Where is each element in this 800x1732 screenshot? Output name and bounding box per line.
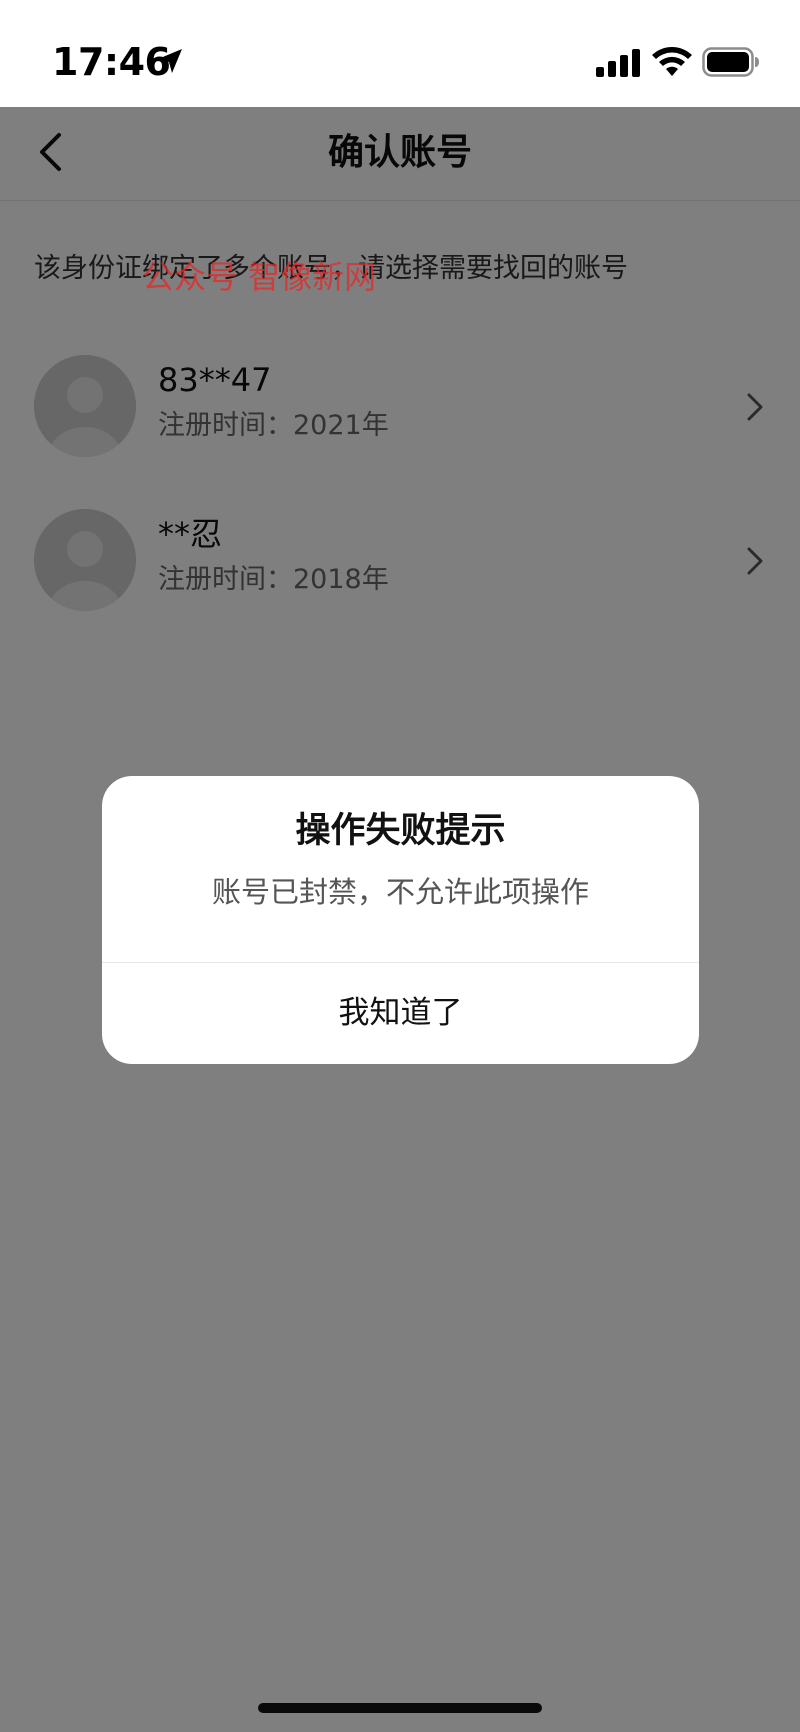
location-arrow-icon: [158, 49, 182, 73]
status-time: 17:46: [52, 40, 171, 84]
status-bar: 17:46: [0, 0, 800, 107]
acknowledge-button[interactable]: 我知道了: [102, 963, 699, 1064]
dialog-title: 操作失败提示: [295, 811, 506, 851]
wifi-icon: [652, 47, 692, 76]
battery-icon: [702, 47, 759, 77]
home-indicator[interactable]: [258, 1703, 542, 1713]
alert-dialog: 操作失败提示 账号已封禁，不允许此项操作 我知道了: [102, 776, 699, 1064]
cellular-signal-icon: [596, 49, 640, 77]
dialog-message: 账号已封禁，不允许此项操作: [211, 875, 589, 909]
